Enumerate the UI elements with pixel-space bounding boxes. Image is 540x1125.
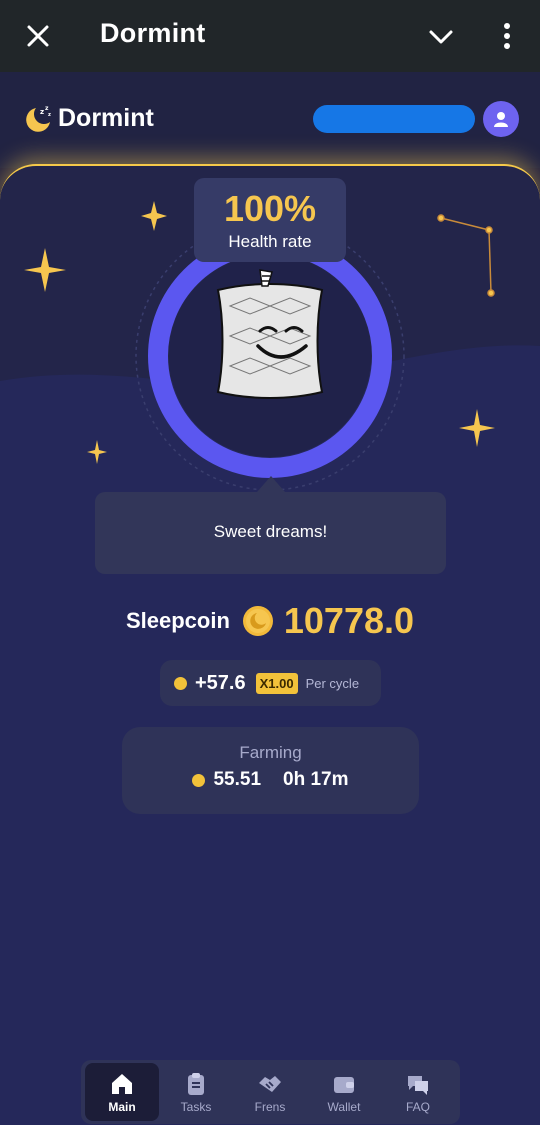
handshake-icon [259, 1075, 281, 1092]
balance-value: 10778.0 [283, 600, 415, 641]
logo: z z z Dormint [22, 102, 154, 134]
main-panel: 100% Health rate Sweet dreams! Sleepcoin… [0, 164, 540, 1125]
nav-label: Tasks [180, 1099, 212, 1114]
avatar[interactable] [483, 101, 519, 137]
nav-label: Main [108, 1099, 136, 1114]
health-rate-value: 100% [223, 188, 317, 229]
nav-item-frens[interactable]: Frens [233, 1063, 307, 1121]
coin-dot-icon [192, 773, 206, 787]
status-message: Sweet dreams! [95, 476, 446, 574]
nav-label: Wallet [327, 1099, 361, 1114]
username-redacted [313, 105, 475, 133]
earn-rate-card: +57.6 X1.00 Per cycle [160, 660, 381, 706]
earn-rate-amount: +57.6 [195, 671, 246, 694]
more-vertical-icon[interactable] [496, 20, 518, 52]
coin-dot-icon [174, 676, 187, 690]
nav-item-main[interactable]: Main [85, 1063, 159, 1121]
nav-item-faq[interactable]: FAQ [381, 1063, 455, 1121]
balance-label: Sleepcoin [125, 608, 230, 633]
top-bar: Dormint [0, 0, 540, 72]
farming-status: 55.51 0h 17m [122, 769, 419, 791]
wallet-icon [334, 1076, 354, 1093]
earn-rate-period: Per cycle [305, 675, 360, 691]
svg-text:z: z [45, 105, 49, 112]
brand-name: Dormint [58, 103, 154, 132]
status-message-text: Sweet dreams! [213, 522, 328, 541]
health-rate-label: Health rate [228, 232, 312, 251]
constellation-icon [437, 214, 495, 297]
nav-label: FAQ [405, 1099, 430, 1114]
close-icon[interactable] [22, 20, 54, 52]
moon-coin-icon [242, 606, 273, 636]
user-icon [494, 112, 508, 127]
farming-amount: 55.51 [213, 769, 262, 790]
nav-item-tasks[interactable]: Tasks [159, 1063, 233, 1121]
clipboard-icon [188, 1072, 204, 1095]
farming-button[interactable]: Farming 55.51 0h 17m [122, 727, 419, 814]
nav-label: Frens [254, 1099, 286, 1114]
pillow-mascot [216, 269, 324, 399]
svg-text:z: z [48, 112, 51, 118]
window-title: Dormint [100, 18, 206, 48]
app-header: z z z Dormint [0, 72, 540, 168]
farming-time: 0h 17m [283, 769, 349, 790]
sleeping-moon-icon: z z z [26, 105, 51, 132]
nav-item-wallet[interactable]: Wallet [307, 1063, 381, 1121]
app-content: z z z Dormint 100% Health rate Sweet dre… [0, 72, 540, 1125]
health-rate-card: 100% Health rate [194, 178, 346, 262]
multiplier-badge: X1.00 [255, 672, 298, 694]
chevron-down-icon[interactable] [426, 22, 456, 52]
home-icon [112, 1073, 132, 1094]
sleepcoin-balance: Sleepcoin 10778.0 [0, 596, 540, 646]
svg-text:z: z [40, 108, 44, 116]
farming-label: Farming [239, 743, 302, 762]
chat-bubbles-icon [408, 1075, 428, 1095]
bottom-nav: Main Tasks Frens Wallet FAQ [81, 1060, 460, 1124]
